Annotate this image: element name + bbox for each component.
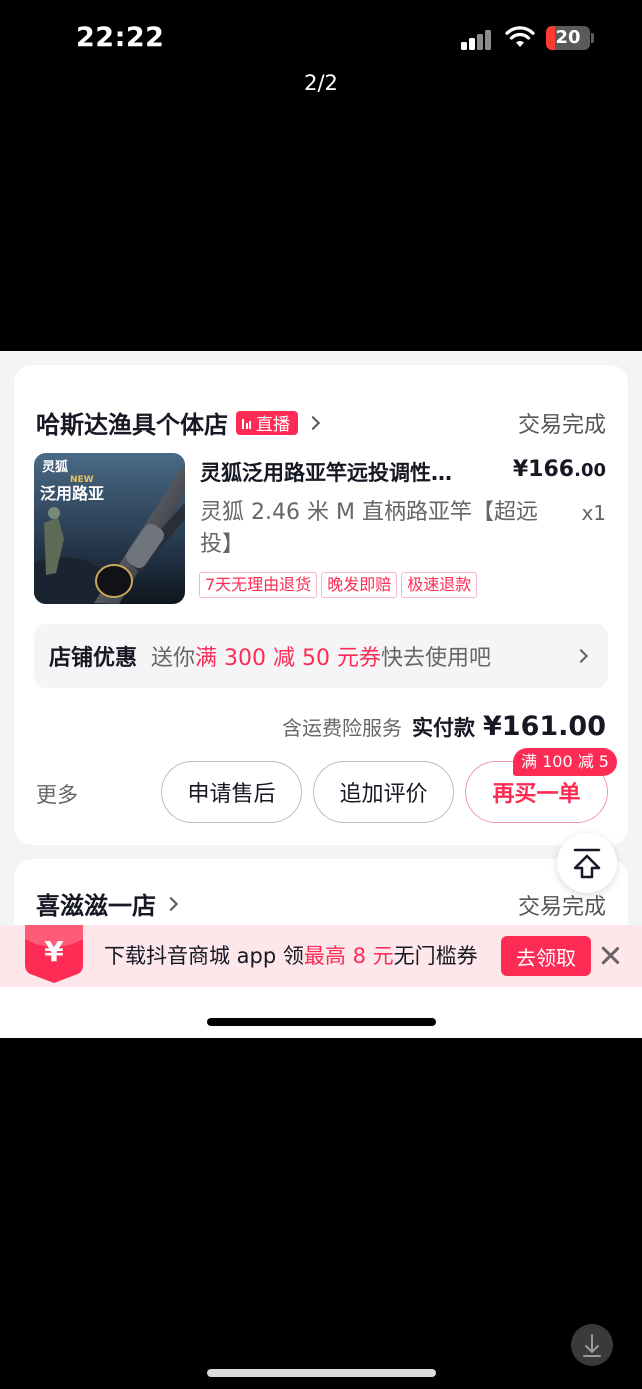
more-button[interactable]: 更多 xyxy=(36,779,78,809)
shipping-insurance-note: 含运费险服务 xyxy=(282,716,403,740)
promo-text-before: 送你 xyxy=(151,646,196,671)
service-tags: 7天无理由退货 晚发即赔 极速退款 xyxy=(199,572,478,598)
cellular-signal-icon xyxy=(461,28,493,50)
order-total: 含运费险服务 实付款 ¥161.00 xyxy=(282,711,606,742)
service-tag: 7天无理由退货 xyxy=(199,572,318,598)
product-title[interactable]: 灵狐泛用路亚竿远投调性… xyxy=(200,457,500,487)
status-time: 22:22 xyxy=(76,22,165,53)
service-tag: 极速退款 xyxy=(401,572,478,598)
product-price: ¥166.00 xyxy=(513,457,606,482)
product-quantity: x1 xyxy=(581,501,606,525)
rebuy-discount-badge: 满 100 减 5 xyxy=(513,748,617,776)
product-price-decimal: .00 xyxy=(574,460,606,481)
chevron-right-icon xyxy=(305,415,321,430)
order-status: 交易完成 xyxy=(517,413,606,438)
shop-header[interactable]: 哈斯达渔具个体店 直播 xyxy=(36,405,321,440)
order-list-screenshot: 哈斯达渔具个体店 直播 交易完成 灵狐 NEW 泛用路亚 灵狐泛用路亚竿远投调性… xyxy=(0,351,642,1038)
promo-coupon-amount: 满 300 减 50 元券 xyxy=(195,646,381,671)
claim-coupon-button[interactable]: 去领取 xyxy=(501,936,591,976)
home-indicator xyxy=(207,1018,436,1026)
battery-icon: 20 xyxy=(546,26,590,50)
chevron-right-icon xyxy=(163,896,179,911)
product-image[interactable]: 灵狐 NEW 泛用路亚 xyxy=(34,453,185,604)
product-price-main: ¥166 xyxy=(512,457,575,482)
coupon-symbol: ¥ xyxy=(44,935,64,968)
home-indicator xyxy=(207,1369,436,1377)
wifi-icon xyxy=(505,26,535,47)
promo-label: 店铺优惠 xyxy=(49,646,138,671)
order-card[interactable]: 哈斯达渔具个体店 直播 交易完成 灵狐 NEW 泛用路亚 灵狐泛用路亚竿远投调性… xyxy=(14,365,628,845)
download-icon xyxy=(583,1334,601,1357)
service-tag: 晚发即赔 xyxy=(321,572,398,598)
product-spec: 灵狐 2.46 米 M 直柄路亚竿【超远投】 xyxy=(200,500,538,557)
shop-coupon-promo[interactable]: 店铺优惠 送你满 300 减 50 元券快去使用吧 xyxy=(34,624,608,688)
live-icon xyxy=(242,417,251,429)
download-app-banner[interactable]: ¥ 下载抖音商城 app 领最高 8 元无门槛券 去领取 xyxy=(0,925,642,987)
image-brand-text: 灵狐 xyxy=(42,459,68,475)
chevron-right-icon xyxy=(573,648,589,664)
banner-coupon-amount: 最高 8 元 xyxy=(303,944,394,968)
add-review-button[interactable]: 追加评价 xyxy=(313,761,454,823)
banner-text-after: 无门槛券 xyxy=(393,944,478,968)
fishing-rod-image: 灵狐 NEW 泛用路亚 xyxy=(34,453,185,604)
status-bar: 22:22 20 xyxy=(0,0,642,80)
total-label: 实付款 xyxy=(412,716,476,740)
after-sale-button[interactable]: 申请售后 xyxy=(161,761,302,823)
promo-text: 送你满 300 减 50 元券快去使用吧 xyxy=(151,640,491,672)
page-indicator: 2/2 xyxy=(304,71,338,95)
home-bar-area xyxy=(0,987,642,1038)
promo-text-after: 快去使用吧 xyxy=(381,646,492,671)
banner-text-before: 下载抖音商城 app 领 xyxy=(104,944,304,968)
total-amount: ¥161.00 xyxy=(483,711,606,742)
shop-name: 喜滋滋一店 xyxy=(36,892,156,920)
back-to-top-icon xyxy=(573,848,601,879)
live-badge: 直播 xyxy=(236,410,298,435)
coupon-icon: ¥ xyxy=(25,925,83,983)
order-status: 交易完成 xyxy=(517,895,606,920)
banner-text: 下载抖音商城 app 领最高 8 元无门槛券 xyxy=(104,940,478,970)
battery-cap xyxy=(591,33,594,43)
image-caption-text: 泛用路亚 xyxy=(40,484,104,503)
back-to-top-button[interactable] xyxy=(557,833,617,893)
shop-name: 哈斯达渔具个体店 xyxy=(36,411,228,439)
battery-percentage: 20 xyxy=(555,27,581,48)
live-badge-label: 直播 xyxy=(256,415,290,435)
shop-header[interactable]: 喜滋滋一店 xyxy=(36,886,179,921)
download-button[interactable] xyxy=(571,1324,613,1366)
close-icon[interactable] xyxy=(600,945,620,965)
